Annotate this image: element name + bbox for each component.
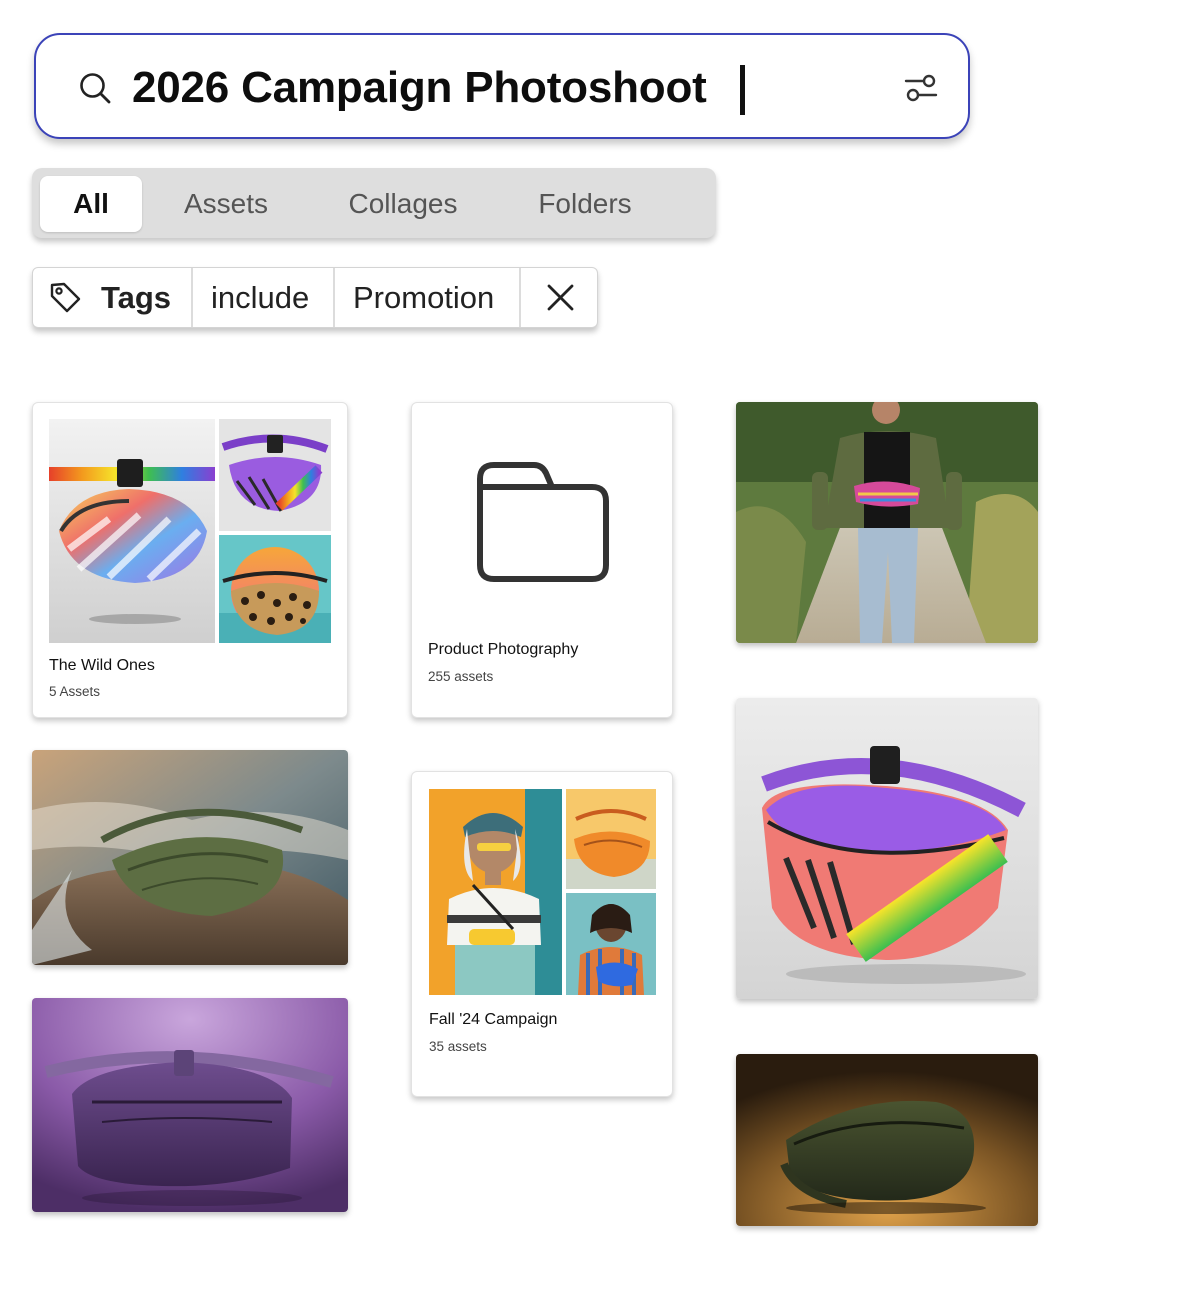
divider (519, 268, 521, 327)
filter-value[interactable]: Promotion (353, 268, 494, 327)
text-caret (740, 65, 745, 115)
card-title: Fall '24 Campaign (429, 1011, 558, 1028)
card-subtitle: 255 assets (428, 669, 494, 684)
tab-assets[interactable]: Assets (164, 176, 288, 232)
collage-thumbnail (566, 893, 656, 995)
asset-image-olive-bag[interactable] (736, 1054, 1038, 1226)
asset-image-man-walking[interactable] (736, 402, 1038, 643)
folder-icon (477, 462, 609, 582)
result-type-tabs: All Assets Collages Folders (32, 168, 716, 238)
collage-thumbnail (219, 419, 331, 531)
filter-operator[interactable]: include (211, 268, 309, 327)
divider (333, 268, 335, 327)
search-icon (80, 73, 111, 104)
folder-card-product-photography[interactable]: Product Photography 255 assets (411, 402, 673, 718)
collage-thumbnail (49, 419, 215, 643)
card-subtitle: 35 assets (429, 1039, 487, 1054)
search-input[interactable]: 2026 Campaign Photoshoot (132, 60, 707, 116)
filter-field[interactable]: Tags (101, 268, 171, 327)
collage-card-wild-ones[interactable]: The Wild Ones 5 Assets (32, 402, 348, 718)
card-subtitle: 5 Assets (49, 684, 101, 699)
close-icon[interactable] (546, 283, 575, 312)
sliders-icon[interactable] (904, 73, 938, 103)
collage-thumbnail (429, 789, 562, 995)
asset-image-purple-bag[interactable] (32, 998, 348, 1212)
card-title: The Wild Ones (49, 657, 155, 674)
card-title: Product Photography (428, 641, 579, 658)
collage-card-fall-24[interactable]: Fall '24 Campaign 35 assets (411, 771, 673, 1097)
tag-filter-chip[interactable]: Tags include Promotion (32, 267, 598, 328)
search-bar[interactable]: 2026 Campaign Photoshoot (34, 33, 970, 139)
divider (191, 268, 193, 327)
tab-collages[interactable]: Collages (328, 176, 478, 232)
tag-icon (50, 282, 81, 313)
asset-image-green-bag-rocks[interactable] (32, 750, 348, 965)
collage-thumbnail (219, 535, 331, 643)
asset-image-rainbow-bag[interactable] (736, 698, 1038, 999)
collage-thumbnail (566, 789, 656, 889)
tab-folders[interactable]: Folders (522, 176, 648, 232)
tab-all[interactable]: All (40, 176, 142, 232)
